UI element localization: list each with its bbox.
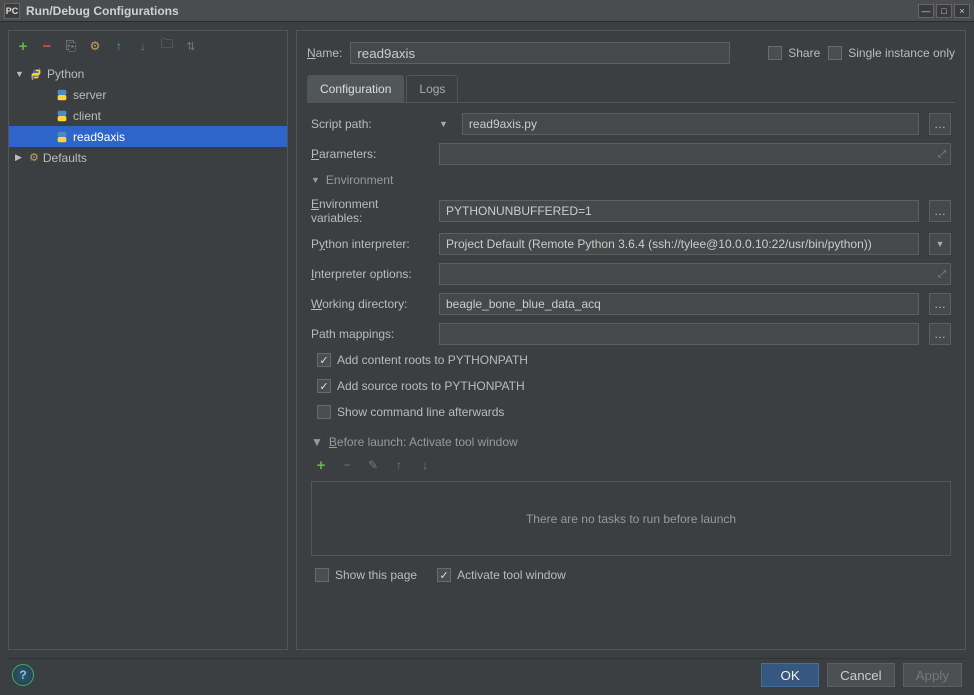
checkbox-icon bbox=[317, 353, 331, 367]
before-launch-toolbar: + − ✎ ↑ ↓ bbox=[311, 449, 951, 481]
move-down-icon[interactable]: ↓ bbox=[135, 38, 151, 54]
env-vars-input[interactable]: PYTHONUNBUFFERED=1 bbox=[439, 200, 919, 222]
browse-button[interactable]: … bbox=[929, 293, 951, 315]
apply-button[interactable]: Apply bbox=[903, 663, 962, 687]
chevron-down-icon[interactable]: ▼ bbox=[439, 119, 448, 129]
add-task-icon[interactable]: + bbox=[313, 457, 329, 473]
tree-label: Python bbox=[47, 67, 84, 81]
collapse-arrow-icon: ▶ bbox=[15, 152, 25, 163]
help-button[interactable]: ? bbox=[12, 664, 34, 686]
interpreter-select[interactable]: Project Default (Remote Python 3.6.4 (ss… bbox=[439, 233, 919, 255]
tab-logs[interactable]: Logs bbox=[406, 75, 458, 102]
config-content: Name: Share Single instance only Configu… bbox=[296, 30, 966, 650]
checkbox-icon bbox=[828, 46, 842, 60]
no-tasks-label: There are no tasks to run before launch bbox=[526, 512, 736, 526]
copy-config-icon[interactable]: ⎘ bbox=[63, 38, 79, 54]
single-instance-label: Single instance only bbox=[848, 46, 955, 60]
chevron-down-icon: ▼ bbox=[311, 175, 320, 185]
expand-icon[interactable]: ⤢ bbox=[938, 149, 946, 160]
ok-button[interactable]: OK bbox=[761, 663, 819, 687]
name-input[interactable] bbox=[350, 42, 730, 64]
dropdown-arrow-icon[interactable]: ▼ bbox=[929, 233, 951, 255]
defaults-icon: ⚙ bbox=[29, 151, 39, 164]
interp-opts-label: Interpreter options: bbox=[311, 267, 429, 281]
minimize-button[interactable]: — bbox=[918, 4, 934, 18]
workdir-label: Working directory: bbox=[311, 297, 429, 311]
env-vars-label: Environment variables: bbox=[311, 197, 429, 225]
tree-label: server bbox=[73, 88, 106, 102]
configurations-sidebar: + − ⎘ ⚙ ↑ ↓ 🗀 ⇅ ▼ Python s bbox=[8, 30, 288, 650]
activate-tool-window-checkbox[interactable]: Activate tool window bbox=[437, 568, 566, 582]
path-map-label: Path mappings: bbox=[311, 327, 429, 341]
name-label: Name: bbox=[307, 46, 342, 60]
browse-button[interactable]: … bbox=[929, 113, 951, 135]
app-icon: PC bbox=[4, 3, 20, 19]
checkbox-icon bbox=[317, 405, 331, 419]
tree-node-defaults[interactable]: ▶ ⚙ Defaults bbox=[9, 147, 287, 168]
config-tree[interactable]: ▼ Python server client read9axis bbox=[9, 61, 287, 649]
python-icon bbox=[55, 130, 69, 144]
parameters-input[interactable]: ⤢ bbox=[439, 143, 951, 165]
show-this-page-checkbox[interactable]: Show this page bbox=[315, 568, 417, 582]
tab-configuration[interactable]: Configuration bbox=[307, 75, 404, 102]
close-button[interactable]: × bbox=[954, 4, 970, 18]
expand-icon[interactable]: ⤢ bbox=[938, 269, 946, 280]
source-roots-checkbox[interactable]: Add source roots to PYTHONPATH bbox=[317, 379, 951, 393]
env-edit-button[interactable]: … bbox=[929, 200, 951, 222]
folder-icon[interactable]: 🗀 bbox=[159, 38, 175, 54]
chevron-down-icon: ▼ bbox=[311, 435, 323, 449]
checkbox-icon bbox=[315, 568, 329, 582]
tree-label: read9axis bbox=[73, 130, 125, 144]
sidebar-toolbar: + − ⎘ ⚙ ↑ ↓ 🗀 ⇅ bbox=[9, 31, 287, 61]
path-map-input[interactable] bbox=[439, 323, 919, 345]
content-roots-checkbox[interactable]: Add content roots to PYTHONPATH bbox=[317, 353, 951, 367]
tree-label: client bbox=[73, 109, 101, 123]
checkbox-icon bbox=[768, 46, 782, 60]
checkbox-icon bbox=[317, 379, 331, 393]
before-launch-section: ▼ Before launch: Activate tool window + … bbox=[311, 435, 951, 582]
dialog-footer: ? OK Cancel Apply bbox=[8, 658, 966, 687]
remove-task-icon[interactable]: − bbox=[339, 457, 355, 473]
move-down-icon[interactable]: ↓ bbox=[417, 457, 433, 473]
remove-config-icon[interactable]: − bbox=[39, 38, 55, 54]
edit-defaults-icon[interactable]: ⚙ bbox=[87, 38, 103, 54]
sort-icon[interactable]: ⇅ bbox=[183, 38, 199, 54]
titlebar: PC Run/Debug Configurations — □ × bbox=[0, 0, 974, 22]
before-launch-header[interactable]: ▼ Before launch: Activate tool window bbox=[311, 435, 951, 449]
python-icon bbox=[55, 88, 69, 102]
tree-node-python[interactable]: ▼ Python bbox=[9, 63, 287, 84]
cancel-button[interactable]: Cancel bbox=[827, 663, 895, 687]
interpreter-label: Python interpreter: bbox=[311, 237, 429, 251]
edit-task-icon[interactable]: ✎ bbox=[365, 457, 381, 473]
script-path-label: Script path: bbox=[311, 117, 429, 131]
tree-item-server[interactable]: server bbox=[9, 84, 287, 105]
python-icon bbox=[55, 109, 69, 123]
tree-item-client[interactable]: client bbox=[9, 105, 287, 126]
add-config-icon[interactable]: + bbox=[15, 38, 31, 54]
path-map-edit-button[interactable]: … bbox=[929, 323, 951, 345]
single-instance-checkbox[interactable]: Single instance only bbox=[828, 46, 955, 60]
workdir-input[interactable]: beagle_bone_blue_data_acq bbox=[439, 293, 919, 315]
tree-label: Defaults bbox=[43, 151, 87, 165]
expand-arrow-icon: ▼ bbox=[15, 69, 25, 79]
python-icon bbox=[29, 67, 43, 81]
interp-opts-input[interactable]: ⤢ bbox=[439, 263, 951, 285]
parameters-label: Parameters: bbox=[311, 147, 429, 161]
move-up-icon[interactable]: ↑ bbox=[391, 457, 407, 473]
script-path-input[interactable]: read9axis.py bbox=[462, 113, 919, 135]
window-title: Run/Debug Configurations bbox=[26, 4, 918, 18]
checkbox-icon bbox=[437, 568, 451, 582]
tree-item-read9axis[interactable]: read9axis bbox=[9, 126, 287, 147]
show-cmd-checkbox[interactable]: Show command line afterwards bbox=[317, 405, 951, 419]
share-checkbox[interactable]: Share bbox=[768, 46, 820, 60]
environment-section-header[interactable]: ▼ Environment bbox=[311, 173, 951, 187]
config-form: Script path: ▼ read9axis.py … Parameters… bbox=[307, 103, 955, 588]
share-label: Share bbox=[788, 46, 820, 60]
before-launch-list[interactable]: There are no tasks to run before launch bbox=[311, 481, 951, 556]
move-up-icon[interactable]: ↑ bbox=[111, 38, 127, 54]
maximize-button[interactable]: □ bbox=[936, 4, 952, 18]
tabs: Configuration Logs bbox=[307, 75, 955, 103]
